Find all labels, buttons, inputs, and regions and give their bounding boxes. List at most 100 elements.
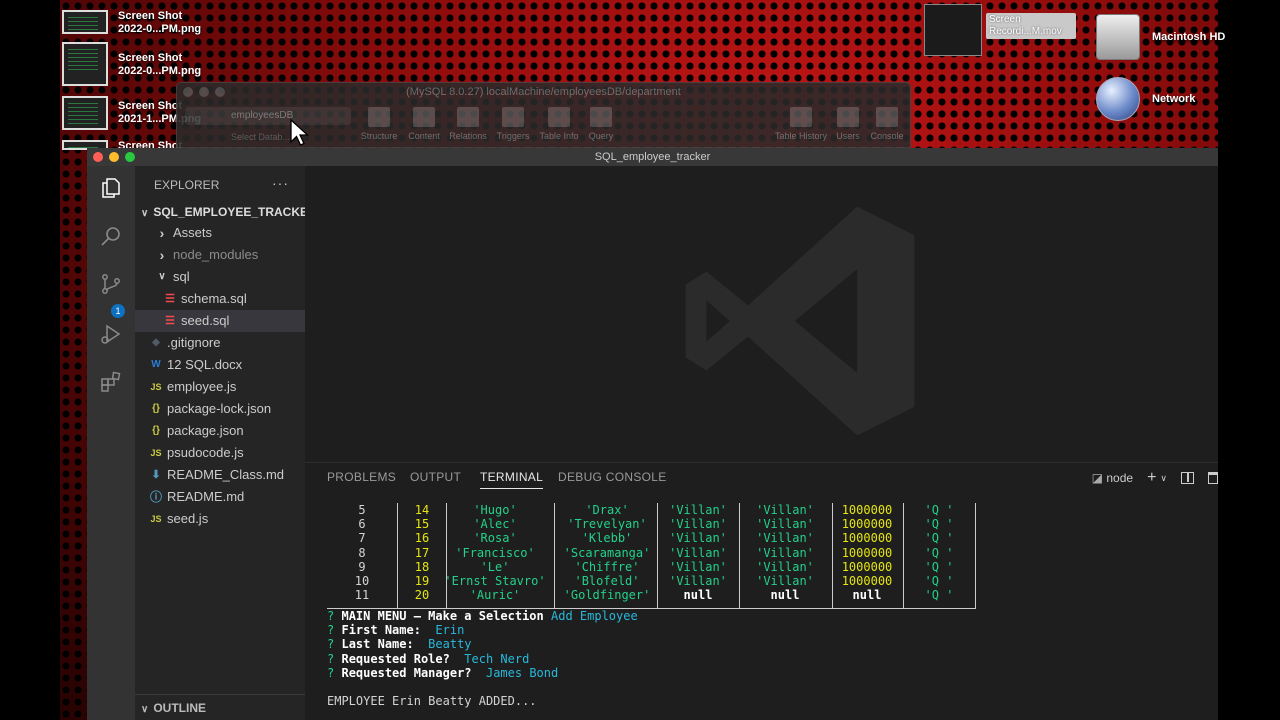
recording-thumbnail[interactable] [924, 4, 982, 56]
download-icon: ⬇ [151, 469, 161, 481]
table-cell: 'Villan' [756, 559, 814, 574]
terminal-prompts: ? MAIN MENU – Make a Selection Add Emplo… [327, 609, 1207, 680]
panel-tabs: PROBLEMS OUTPUT TERMINAL DEBUG CONSOLE ◪… [305, 463, 1218, 499]
table-cell: 'Trevelyan' [567, 517, 647, 532]
file-tree-item[interactable]: ∨ sql [135, 266, 305, 288]
table-cell: 'Le' [480, 559, 510, 574]
split-terminal-icon[interactable] [1181, 472, 1194, 484]
workspace-root-label: SQL_EMPLOYEE_TRACKER [153, 205, 317, 219]
table-cell: 'Villan' [669, 559, 727, 574]
database-select[interactable]: employeesDB [185, 107, 351, 125]
table-cell: 'Q ' [924, 559, 954, 574]
close-button[interactable] [93, 152, 103, 162]
table-cell: 1000000 [841, 531, 893, 546]
desktop-volume-network[interactable]: Network [1096, 77, 1195, 121]
recording-label[interactable]: Screen Recordi...M.mov [986, 13, 1076, 39]
window-controls [93, 152, 135, 162]
vscode-window[interactable]: SQL_employee_tracker 1 EXPLORER ··· ∨ SQL… [87, 148, 1218, 720]
desktop-volume-macintosh-hd[interactable]: Macintosh HD [1096, 14, 1225, 60]
new-terminal-icon[interactable]: + [1147, 469, 1156, 487]
prompt-question: Last Name: [341, 637, 414, 652]
file-tree-item[interactable]: ☰ seed.sql [135, 310, 305, 332]
file-tree-item[interactable]: ⬇ README_Class.md [135, 464, 305, 486]
tab-problems[interactable]: PROBLEMS [327, 470, 396, 484]
table-cell: 'Villan' [756, 573, 814, 588]
content-button[interactable]: Content [399, 107, 449, 141]
file-tree-item[interactable]: {} package.json [135, 420, 305, 442]
query-button[interactable]: Query [576, 107, 626, 141]
outline-section[interactable]: ∨ OUTLINE [135, 694, 305, 720]
window-controls[interactable] [183, 87, 225, 97]
table-cell: 'Q ' [924, 531, 954, 546]
tab-debug-console[interactable]: DEBUG CONSOLE [558, 470, 667, 484]
table-cell: 'Goldfinger' [563, 588, 651, 603]
file-tree-item[interactable]: JS seed.js [135, 508, 305, 530]
table-cell: 'Villan' [669, 531, 727, 546]
chevron-down-icon: ∨ [158, 271, 166, 282]
prompt-marker: ? [327, 665, 335, 680]
file-tree-item[interactable]: ☰ schema.sql [135, 288, 305, 310]
table-row: 10 19 'Ernst Stavro' 'Blofeld' 'Villan' 'Vill… [327, 574, 975, 588]
files-icon[interactable] [99, 176, 123, 200]
info-icon: ⓘ [149, 490, 162, 504]
file-tree-item[interactable]: JS psudocode.js [135, 442, 305, 464]
file-tree-item[interactable]: ⓘ README.md [135, 486, 305, 508]
table-cell: 20 [414, 588, 430, 603]
table-cell: 'Villan' [756, 531, 814, 546]
table-history-button[interactable]: Table History [771, 107, 831, 141]
table-cell: 'Q ' [924, 503, 954, 517]
file-tree: › Assets › node_modules ∨ sql ☰ schema.sql ☰ seed… [135, 222, 305, 530]
table-cell: 10 [354, 573, 370, 588]
chevron-down-icon[interactable]: ∨ [1160, 473, 1167, 484]
run-debug-icon[interactable] [99, 322, 123, 346]
window-title: (MySQL 8.0.27) localMachine/employeesDB/… [406, 86, 681, 98]
extensions-icon[interactable] [99, 370, 123, 394]
table-cell: 'Ernst Stavro' [444, 573, 546, 588]
terminal-output[interactable]: 5 14 'Hugo' 'Drax' 'Villan' 'Villan' 1000000 'Q… [327, 503, 1207, 708]
tab-output[interactable]: OUTPUT [410, 470, 461, 484]
table-cell: 'Villan' [669, 573, 727, 588]
file-tree-item[interactable]: W 12 SQL.docx [135, 354, 305, 376]
sequel-pro-window[interactable]: (MySQL 8.0.27) localMachine/employeesDB/… [176, 82, 911, 148]
file-tree-item[interactable]: › Assets [135, 222, 305, 244]
file-tree-item-label: schema.sql [181, 291, 247, 306]
search-icon[interactable] [99, 224, 123, 248]
structure-button[interactable]: Structure [354, 107, 404, 141]
triggers-button[interactable]: Triggers [488, 107, 538, 141]
prompt-question: Requested Role? [341, 651, 450, 666]
table-cell: 'Alec' [473, 517, 517, 532]
desktop-file-screenshot-1[interactable]: Screen Shot 2022-0...PM.png [62, 10, 208, 36]
table-cell: 'Q ' [924, 545, 954, 560]
table-cell: 'Q ' [924, 588, 954, 603]
database-icon: ☰ [165, 293, 175, 305]
hard-drive-icon [1096, 14, 1140, 60]
vscode-titlebar[interactable]: SQL_employee_tracker [87, 148, 1218, 166]
minimize-button[interactable] [109, 152, 119, 162]
file-tree-item[interactable]: ◆ .gitignore [135, 332, 305, 354]
file-tree-item-label: psudocode.js [167, 445, 244, 460]
workspace-root[interactable]: ∨ SQL_EMPLOYEE_TRACKER [135, 200, 317, 222]
table-row: 11 20 'Auric' 'Goldfinger' null null null 'Q ' [327, 588, 975, 602]
console-button[interactable]: Console [862, 107, 912, 141]
tab-terminal[interactable]: TERMINAL [480, 470, 544, 489]
file-tree-item-label: employee.js [167, 379, 237, 394]
terminal-selector[interactable]: ◪ node [1092, 471, 1133, 485]
file-tree-item-label: package-lock.json [167, 401, 272, 416]
volume-label: Macintosh HD [1152, 31, 1226, 43]
terminal-prompt-line: ? Last Name: Beatty [327, 637, 1207, 651]
trash-icon[interactable] [1208, 472, 1218, 484]
desktop-file-screenshot-2[interactable]: Screen Shot 2022-0...PM.png [62, 42, 208, 86]
source-control-icon[interactable] [99, 272, 123, 296]
file-tree-item[interactable]: › node_modules [135, 244, 305, 266]
zoom-button[interactable] [125, 152, 135, 162]
file-tree-item[interactable]: JS employee.js [135, 376, 305, 398]
terminal-prompt-line: ? MAIN MENU – Make a Selection Add Emplo… [327, 609, 1207, 623]
more-actions-icon[interactable]: ··· [272, 175, 289, 191]
relations-button[interactable]: Relations [443, 107, 493, 141]
file-tree-item-label: node_modules [173, 247, 259, 262]
file-tree-item-label: seed.sql [181, 313, 230, 328]
table-cell: 'Q ' [924, 573, 954, 588]
table-cell: 8 [358, 545, 366, 560]
file-tree-item[interactable]: {} package-lock.json [135, 398, 305, 420]
json-icon: {} [152, 403, 160, 414]
